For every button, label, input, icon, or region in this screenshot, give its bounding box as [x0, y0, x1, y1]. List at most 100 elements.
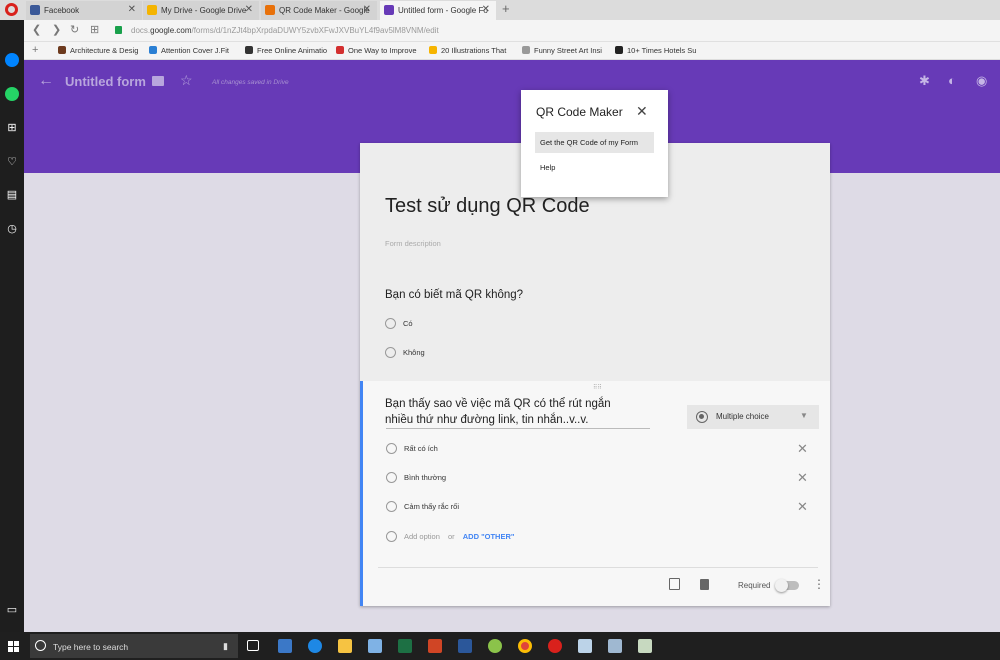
bookmark-item[interactable]: Architecture & Desig [58, 46, 138, 55]
question-2-block[interactable]: ⠿⠿ Bạn thấy sao về việc mã QR có thể rút… [360, 381, 830, 606]
bookmark-label: Attention Cover J.Fit [161, 46, 229, 55]
add-bookmark-icon[interactable]: + [32, 44, 38, 56]
app-icon[interactable] [608, 639, 622, 653]
tab-google-drive[interactable]: My Drive - Google Drive ✕ [143, 1, 259, 20]
excel-icon[interactable] [398, 639, 412, 653]
news-icon[interactable]: ▤ [5, 188, 19, 202]
app-icon[interactable] [278, 639, 292, 653]
option-label: Có [403, 319, 413, 328]
powerpoint-icon[interactable] [428, 639, 442, 653]
tab-facebook[interactable]: Facebook ✕ [26, 1, 142, 20]
get-qr-code-button[interactable]: Get the QR Code of my Form [535, 132, 654, 153]
windows-start-icon[interactable] [8, 641, 19, 652]
edge-icon[interactable] [308, 639, 322, 653]
radio-icon [386, 472, 397, 483]
question-1-title[interactable]: Bạn có biết mã QR không? [385, 287, 523, 303]
trash-icon[interactable] [700, 579, 709, 590]
bookmark-favicon-icon [429, 46, 437, 54]
required-toggle[interactable] [775, 579, 799, 592]
app-icon[interactable] [638, 639, 652, 653]
bookmark-favicon-icon [245, 46, 253, 54]
task-view-icon[interactable] [247, 640, 259, 651]
star-icon[interactable]: ☆ [180, 72, 193, 89]
option-item[interactable]: Rất có ích [386, 443, 438, 455]
radio-icon[interactable] [385, 318, 396, 329]
remove-option-icon[interactable]: ✕ [797, 471, 808, 484]
option-item[interactable]: Cảm thấy rắc rối [386, 501, 459, 513]
back-arrow-icon[interactable]: ← [38, 72, 54, 90]
required-label: Required [738, 581, 771, 590]
windows-taskbar: Type here to search ▮ [0, 632, 1000, 660]
tab-untitled-form[interactable]: Untitled form - Google Fo ✕ [380, 1, 496, 20]
folder-icon[interactable] [152, 76, 164, 86]
addon-puzzle-icon[interactable]: ✱ [919, 73, 930, 89]
taskbar-search[interactable]: Type here to search ▮ [30, 634, 238, 658]
close-tab-icon[interactable]: ✕ [363, 4, 371, 15]
qr-code-maker-dialog: QR Code Maker ✕ Get the QR Code of my Fo… [521, 90, 668, 197]
search-placeholder: Type here to search [53, 642, 129, 652]
close-tab-icon[interactable]: ✕ [482, 4, 490, 15]
chrome-icon[interactable] [518, 639, 532, 653]
option-item[interactable]: Bình thường [386, 472, 446, 484]
form-header-title[interactable]: Untitled form [65, 74, 146, 89]
forward-icon[interactable]: ❯ [52, 23, 61, 36]
word-icon[interactable] [458, 639, 472, 653]
radio-checked-icon [696, 411, 708, 423]
bookmark-favicon-icon [615, 46, 623, 54]
option-label: Cảm thấy rắc rối [404, 502, 460, 511]
question-2-title-line: Bạn thấy sao về việc mã QR có thể rút ng… [385, 398, 611, 410]
bookmark-item[interactable]: 10+ Times Hotels Su [615, 46, 696, 55]
divider [378, 567, 818, 568]
question-2-title[interactable]: Bạn thấy sao về việc mã QR có thể rút ng… [385, 396, 611, 428]
sidebar-toggle-icon[interactable]: ▭ [5, 603, 19, 617]
tab-qr-code-maker[interactable]: QR Code Maker - Google ✕ [261, 1, 377, 20]
bookmark-item[interactable]: Attention Cover J.Fit [149, 46, 229, 55]
close-tab-icon[interactable]: ✕ [245, 4, 253, 15]
bookmark-item[interactable]: 20 Illustrations That [429, 46, 506, 55]
radio-icon[interactable] [385, 347, 396, 358]
speed-dial-icon[interactable]: ⊞ [90, 23, 99, 36]
remove-option-icon[interactable]: ✕ [797, 500, 808, 513]
form-description-field[interactable]: Form description [385, 239, 441, 248]
file-explorer-icon[interactable] [338, 639, 352, 653]
speed-dial-icon[interactable]: ⊞ [5, 121, 19, 135]
heart-icon[interactable]: ♡ [5, 155, 19, 169]
forms-favicon-icon [384, 5, 394, 15]
whatsapp-icon[interactable] [5, 87, 19, 101]
bookmark-label: One Way to Improve [348, 46, 417, 55]
add-other-link[interactable]: ADD "OTHER" [463, 532, 515, 541]
bookmarks-bar: + Architecture & Desig Attention Cover J… [24, 42, 1000, 60]
form-title[interactable]: Test sử dụng QR Code [385, 195, 590, 218]
history-icon[interactable]: ◷ [5, 222, 19, 236]
url-field[interactable]: docs.google.com/forms/d/1nZJt4bpXrpdaDUW… [131, 26, 439, 35]
reload-icon[interactable]: ↻ [70, 23, 79, 36]
drive-favicon-icon [147, 5, 157, 15]
question-type-dropdown[interactable]: Multiple choice ▼ [687, 405, 819, 429]
close-tab-icon[interactable]: ✕ [128, 4, 136, 15]
app-icon[interactable] [488, 639, 502, 653]
opera-icon[interactable] [548, 639, 562, 653]
url-path: /forms/d/1nZJt4bpXrpdaDUWY5zvbXFwJXVBuYL… [191, 26, 439, 35]
more-vert-icon[interactable]: ⋮ [813, 577, 825, 591]
messenger-icon[interactable] [5, 53, 19, 67]
preview-eye-icon[interactable]: ◉ [976, 73, 987, 89]
close-icon[interactable]: ✕ [636, 103, 648, 120]
bookmark-item[interactable]: One Way to Improve [336, 46, 417, 55]
bookmark-item[interactable]: Free Online Animatio [245, 46, 327, 55]
chevron-down-icon: ▼ [800, 411, 808, 420]
duplicate-icon[interactable] [669, 578, 680, 590]
help-menu-item[interactable]: Help [540, 163, 555, 172]
app-icon[interactable] [578, 639, 592, 653]
microphone-icon[interactable]: ▮ [223, 641, 228, 652]
palette-icon[interactable]: ◐ [948, 73, 956, 88]
back-icon[interactable]: ❮ [32, 23, 41, 36]
radio-icon [386, 443, 397, 454]
bookmark-favicon-icon [522, 46, 530, 54]
mail-icon[interactable] [368, 639, 382, 653]
new-tab-icon[interactable]: + [502, 1, 510, 16]
opera-logo-icon[interactable] [5, 3, 18, 16]
drag-handle-icon[interactable]: ⠿⠿ [593, 384, 602, 391]
bookmark-item[interactable]: Funny Street Art Insi [522, 46, 602, 55]
add-option-field[interactable]: Add option [404, 532, 440, 541]
remove-option-icon[interactable]: ✕ [797, 442, 808, 455]
